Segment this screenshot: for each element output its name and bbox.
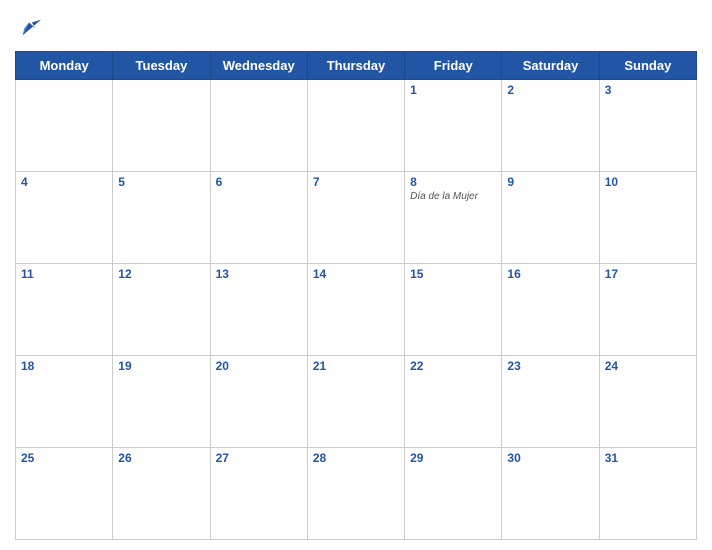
day-number: 18 — [21, 359, 107, 373]
weekday-wednesday: Wednesday — [210, 52, 307, 80]
calendar-cell: 15 — [405, 264, 502, 356]
calendar-cell: 2 — [502, 80, 599, 172]
day-number: 29 — [410, 451, 496, 465]
calendar-header — [15, 10, 697, 51]
calendar-cell: 29 — [405, 448, 502, 540]
calendar-cell — [307, 80, 404, 172]
day-number: 28 — [313, 451, 399, 465]
day-number: 21 — [313, 359, 399, 373]
day-number: 6 — [216, 175, 302, 189]
calendar-cell: 5 — [113, 172, 210, 264]
calendar-week-5: 25 26 27 28 29 30 31 — [16, 448, 697, 540]
calendar-cell: 11 — [16, 264, 113, 356]
logo — [15, 15, 47, 43]
day-number: 15 — [410, 267, 496, 281]
day-number: 16 — [507, 267, 593, 281]
day-number: 9 — [507, 175, 593, 189]
calendar-week-4: 18 19 20 21 22 23 24 — [16, 356, 697, 448]
calendar-cell: 17 — [599, 264, 696, 356]
calendar-cell: 8 Día de la Mujer — [405, 172, 502, 264]
event-label: Día de la Mujer — [410, 191, 496, 202]
weekday-friday: Friday — [405, 52, 502, 80]
day-number: 22 — [410, 359, 496, 373]
day-number: 11 — [21, 267, 107, 281]
day-number: 14 — [313, 267, 399, 281]
weekday-monday: Monday — [16, 52, 113, 80]
day-number: 20 — [216, 359, 302, 373]
calendar-cell: 16 — [502, 264, 599, 356]
calendar-cell: 12 — [113, 264, 210, 356]
calendar-cell: 30 — [502, 448, 599, 540]
calendar-cell: 1 — [405, 80, 502, 172]
day-number: 24 — [605, 359, 691, 373]
calendar-cell: 28 — [307, 448, 404, 540]
calendar-cell: 22 — [405, 356, 502, 448]
calendar-cell — [210, 80, 307, 172]
day-number: 31 — [605, 451, 691, 465]
day-number: 13 — [216, 267, 302, 281]
calendar-cell: 27 — [210, 448, 307, 540]
weekday-thursday: Thursday — [307, 52, 404, 80]
calendar-cell: 14 — [307, 264, 404, 356]
calendar-cell: 3 — [599, 80, 696, 172]
weekday-tuesday: Tuesday — [113, 52, 210, 80]
day-number: 25 — [21, 451, 107, 465]
weekday-sunday: Sunday — [599, 52, 696, 80]
calendar-cell: 23 — [502, 356, 599, 448]
day-number: 7 — [313, 175, 399, 189]
day-number: 19 — [118, 359, 204, 373]
day-number: 3 — [605, 83, 691, 97]
calendar-cell — [16, 80, 113, 172]
calendar-cell: 24 — [599, 356, 696, 448]
weekday-header-row: MondayTuesdayWednesdayThursdayFridaySatu… — [16, 52, 697, 80]
calendar-cell: 7 — [307, 172, 404, 264]
calendar-cell: 9 — [502, 172, 599, 264]
calendar-week-3: 11 12 13 14 15 16 17 — [16, 264, 697, 356]
day-number: 1 — [410, 83, 496, 97]
day-number: 30 — [507, 451, 593, 465]
weekday-saturday: Saturday — [502, 52, 599, 80]
calendar-table: MondayTuesdayWednesdayThursdayFridaySatu… — [15, 51, 697, 540]
day-number: 17 — [605, 267, 691, 281]
day-number: 26 — [118, 451, 204, 465]
day-number: 8 — [410, 175, 496, 189]
calendar-cell: 10 — [599, 172, 696, 264]
calendar-cell: 26 — [113, 448, 210, 540]
calendar-cell: 6 — [210, 172, 307, 264]
day-number: 4 — [21, 175, 107, 189]
calendar-cell — [113, 80, 210, 172]
calendar-cell: 4 — [16, 172, 113, 264]
day-number: 2 — [507, 83, 593, 97]
calendar-cell: 21 — [307, 356, 404, 448]
calendar-cell: 31 — [599, 448, 696, 540]
day-number: 5 — [118, 175, 204, 189]
day-number: 10 — [605, 175, 691, 189]
day-number: 27 — [216, 451, 302, 465]
logo-icon — [15, 15, 43, 43]
calendar-cell: 20 — [210, 356, 307, 448]
calendar-cell: 13 — [210, 264, 307, 356]
calendar-cell: 25 — [16, 448, 113, 540]
day-number: 23 — [507, 359, 593, 373]
calendar-week-1: 123 — [16, 80, 697, 172]
calendar-week-2: 45678 Día de la Mujer 9 10 — [16, 172, 697, 264]
day-number: 12 — [118, 267, 204, 281]
calendar-cell: 18 — [16, 356, 113, 448]
calendar-cell: 19 — [113, 356, 210, 448]
